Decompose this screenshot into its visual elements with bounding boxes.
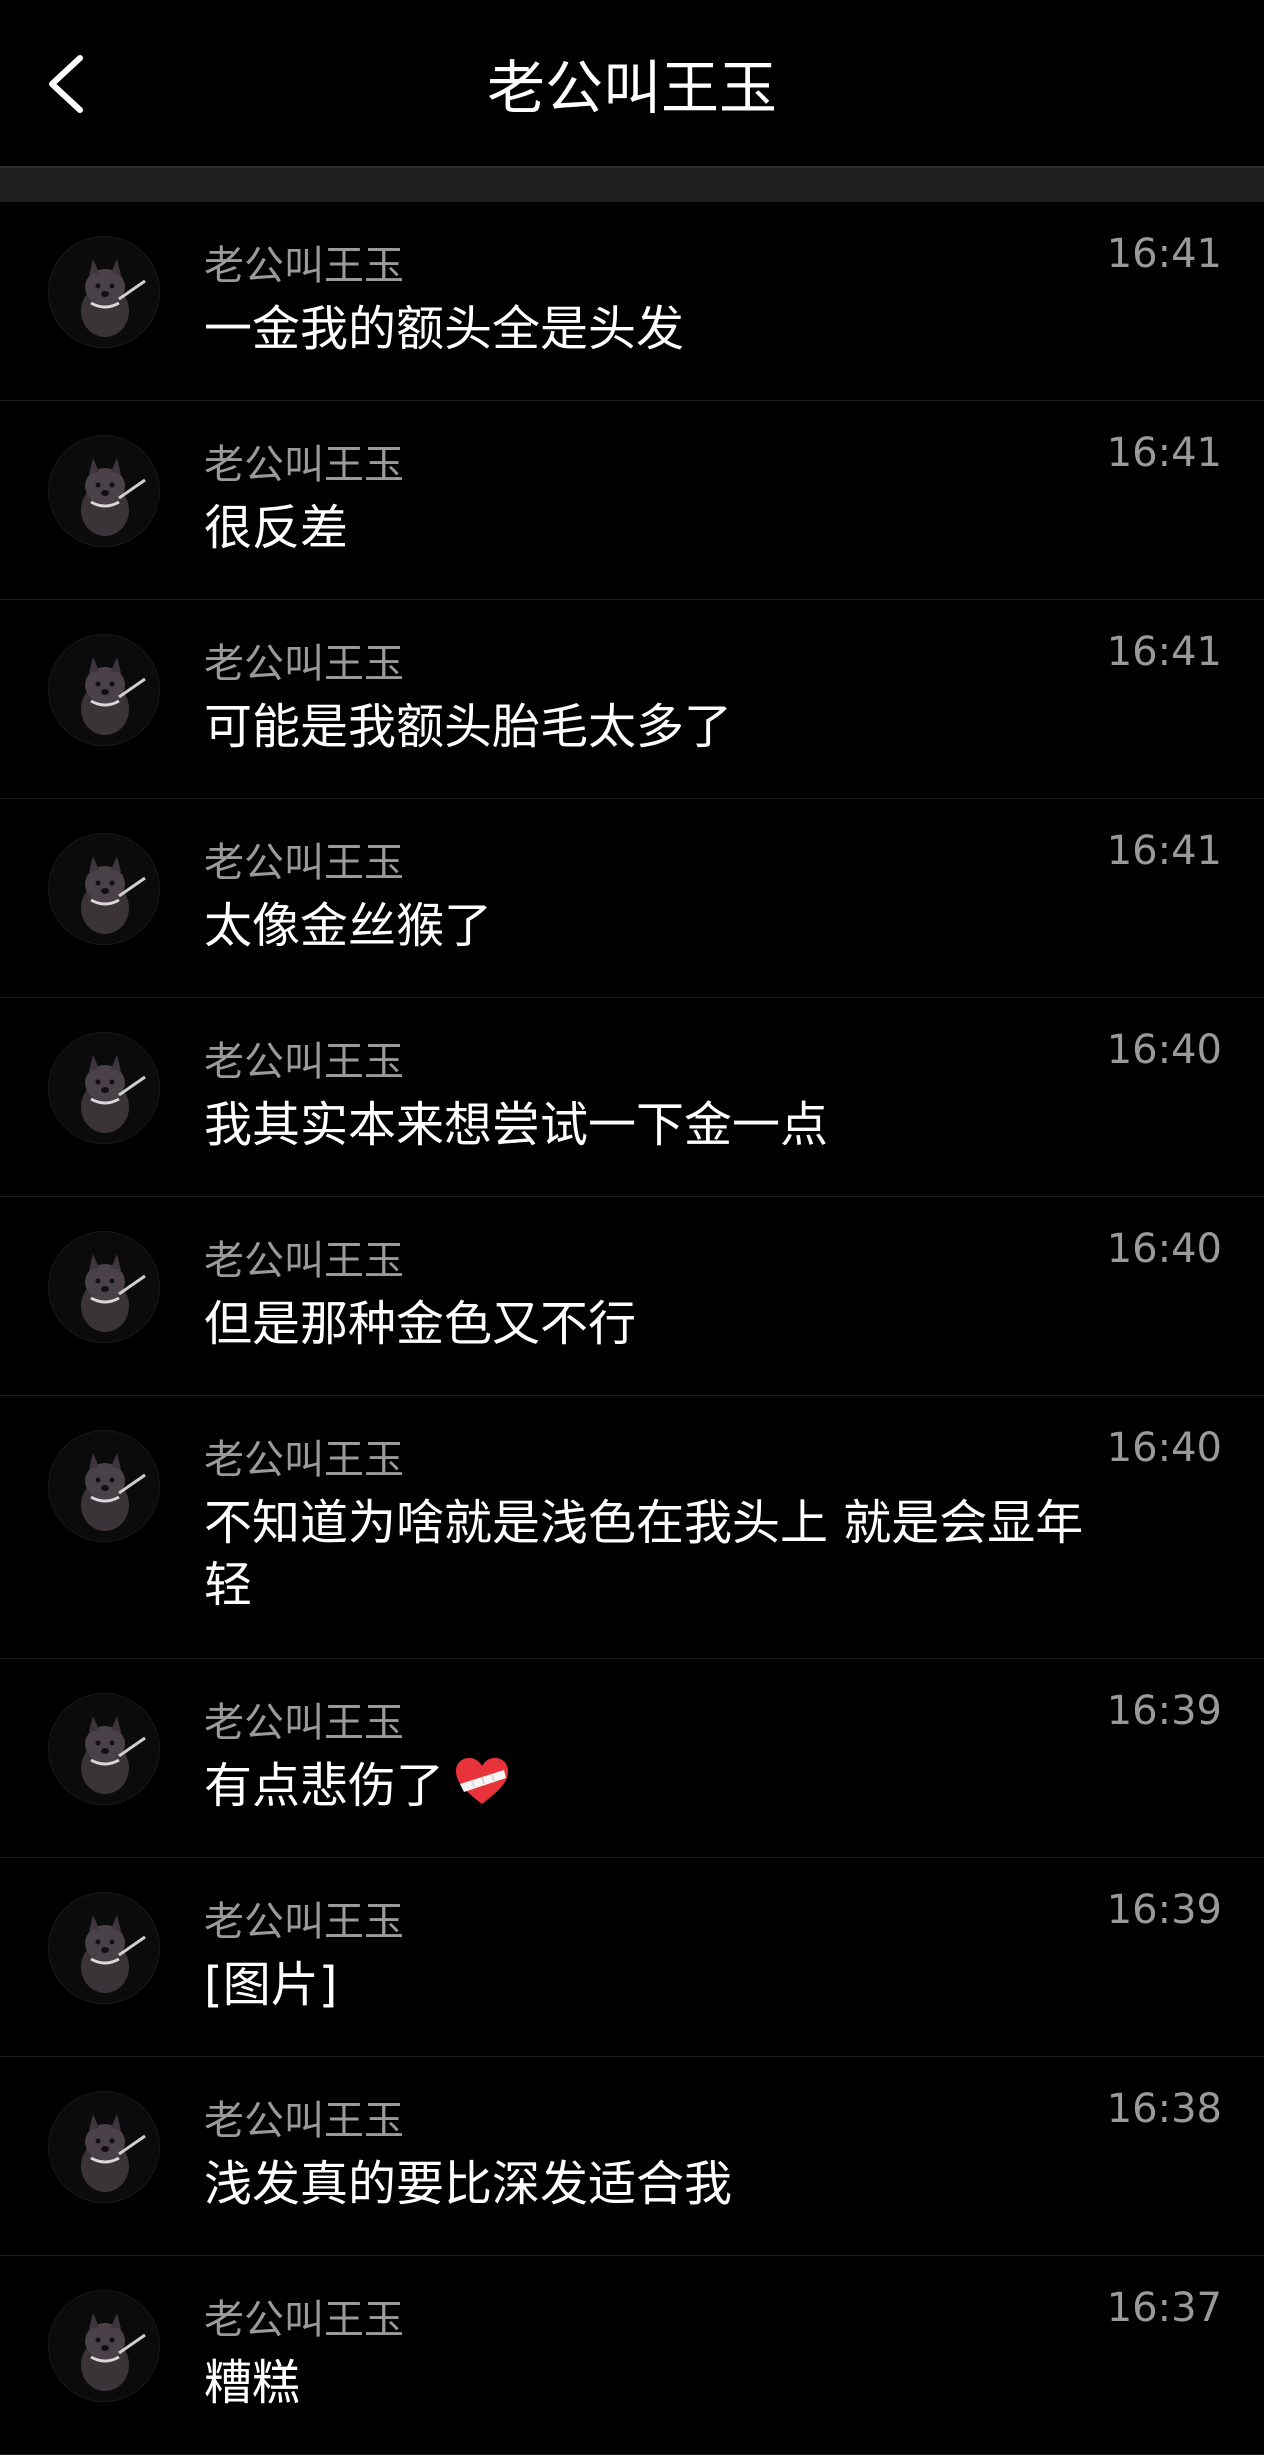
black-dog-avatar-icon [49,1033,159,1143]
message-row[interactable]: 老公叫王玉但是那种金色又不行 16:40 [0,1197,1264,1396]
sender-name: 老公叫王玉 [204,1238,404,1284]
avatar[interactable] [48,1430,160,1542]
message-text: 我其实本来想尝试一下金一点 [204,1097,829,1153]
message-row[interactable]: 老公叫王玉我其实本来想尝试一下金一点 16:40 [0,998,1264,1197]
message-text: 一金我的额头全是头发 [204,301,685,357]
black-dog-avatar-icon [49,635,159,745]
message-time: 16:40 [1106,1226,1222,1272]
sender-name: 老公叫王玉 [204,641,404,687]
message-time: 16:41 [1106,629,1222,675]
message-text-container: 不知道为啥就是浅色在我头上 就是会显年轻 [204,1492,1084,1616]
sender-name: 老公叫王玉 [204,840,404,886]
avatar[interactable] [48,236,160,348]
message-row[interactable]: 老公叫王玉不知道为啥就是浅色在我头上 就是会显年轻 16:40 [0,1396,1264,1659]
avatar[interactable] [48,1892,160,2004]
message-text-container: 但是那种金色又不行 [204,1293,1084,1355]
message-text: 糟糕 [204,2355,301,2411]
message-time: 16:40 [1106,1425,1222,1471]
black-dog-avatar-icon [49,1232,159,1342]
message-text-container: 可能是我额头胎毛太多了 [204,696,1084,758]
message-list[interactable]: 老公叫王玉 一金我的额头全是头发 16:41 老公叫王玉 很反差 16:41 老公叫王玉 可能… [0,202,1264,2455]
black-dog-avatar-icon [49,237,159,347]
message-time: 16:41 [1106,231,1222,277]
sender-name: 老公叫王玉 [204,2297,404,2343]
message-row[interactable]: 老公叫王玉太像金丝猴了 16:41 [0,799,1264,998]
avatar[interactable] [48,833,160,945]
avatar[interactable] [48,2091,160,2203]
message-text: 有点悲伤了 [204,1758,445,1814]
avatar[interactable] [48,1032,160,1144]
message-time: 16:41 [1106,828,1222,874]
sender-name: 老公叫王玉 [204,1437,404,1483]
message-text-container: 浅发真的要比深发适合我 [204,2153,1084,2215]
message-row[interactable]: 老公叫王玉糟糕 16:37 [0,2256,1264,2455]
message-row[interactable]: 老公叫王玉有点悲伤了 16:39 [0,1659,1264,1858]
message-time: 16:38 [1106,2086,1222,2132]
message-text-container: 糟糕 [204,2352,1084,2414]
message-text-container: 有点悲伤了 [204,1755,1084,1823]
message-time: 16:37 [1106,2285,1222,2331]
black-dog-avatar-icon [49,436,159,546]
chevron-left-icon [49,55,83,113]
message-row[interactable]: 老公叫王玉很反差 16:41 [0,401,1264,600]
black-dog-avatar-icon [49,2291,159,2401]
message-time: 16:39 [1106,1887,1222,1933]
message-text: 很反差 [204,500,349,556]
sender-name: 老公叫王玉 [204,1899,404,1945]
message-time: 16:41 [1106,430,1222,476]
message-row[interactable]: 老公叫王玉 [图片] 16:39 [0,1858,1264,2057]
bandaged-heart-icon [454,1756,510,1823]
avatar[interactable] [48,634,160,746]
sender-name: 老公叫王玉 [204,243,404,289]
avatar[interactable] [48,2290,160,2402]
header-divider [0,168,1264,202]
message-text-container: 我其实本来想尝试一下金一点 [204,1094,1084,1156]
message-text-container: 很反差 [204,497,1084,559]
message-text: 太像金丝猴了 [204,898,493,954]
message-text-container: 太像金丝猴了 [204,895,1084,957]
sender-name: 老公叫王玉 [204,1700,404,1746]
sender-name: 老公叫王玉 [204,2098,404,2144]
top-bar: 老公叫王玉 [0,0,1264,168]
message-text: 浅发真的要比深发适合我 [204,2156,733,2212]
message-text-container: 一金我的额头全是头发 [204,298,1084,360]
black-dog-avatar-icon [49,2092,159,2202]
back-button[interactable] [36,44,96,124]
sender-name: 老公叫王玉 [204,1039,404,1085]
message-row[interactable]: 老公叫王玉浅发真的要比深发适合我 16:38 [0,2057,1264,2256]
message-text: 不知道为啥就是浅色在我头上 就是会显年轻 [204,1495,1084,1613]
message-row[interactable]: 老公叫王玉可能是我额头胎毛太多了 16:41 [0,600,1264,799]
black-dog-avatar-icon [49,1694,159,1804]
message-text: 可能是我额头胎毛太多了 [204,699,733,755]
message-text: [图片] [204,1957,338,2013]
message-time: 16:39 [1106,1688,1222,1734]
sender-name: 老公叫王玉 [204,442,404,488]
black-dog-avatar-icon [49,1431,159,1541]
avatar[interactable] [48,1693,160,1805]
avatar[interactable] [48,1231,160,1343]
avatar[interactable] [48,435,160,547]
black-dog-avatar-icon [49,834,159,944]
black-dog-avatar-icon [49,1893,159,2003]
message-text: 但是那种金色又不行 [204,1296,637,1352]
message-text-container: [图片] [204,1954,1084,2016]
page-title: 老公叫王玉 [486,54,777,122]
message-time: 16:40 [1106,1027,1222,1073]
message-row[interactable]: 老公叫王玉一金我的额头全是头发 16:41 [0,202,1264,401]
